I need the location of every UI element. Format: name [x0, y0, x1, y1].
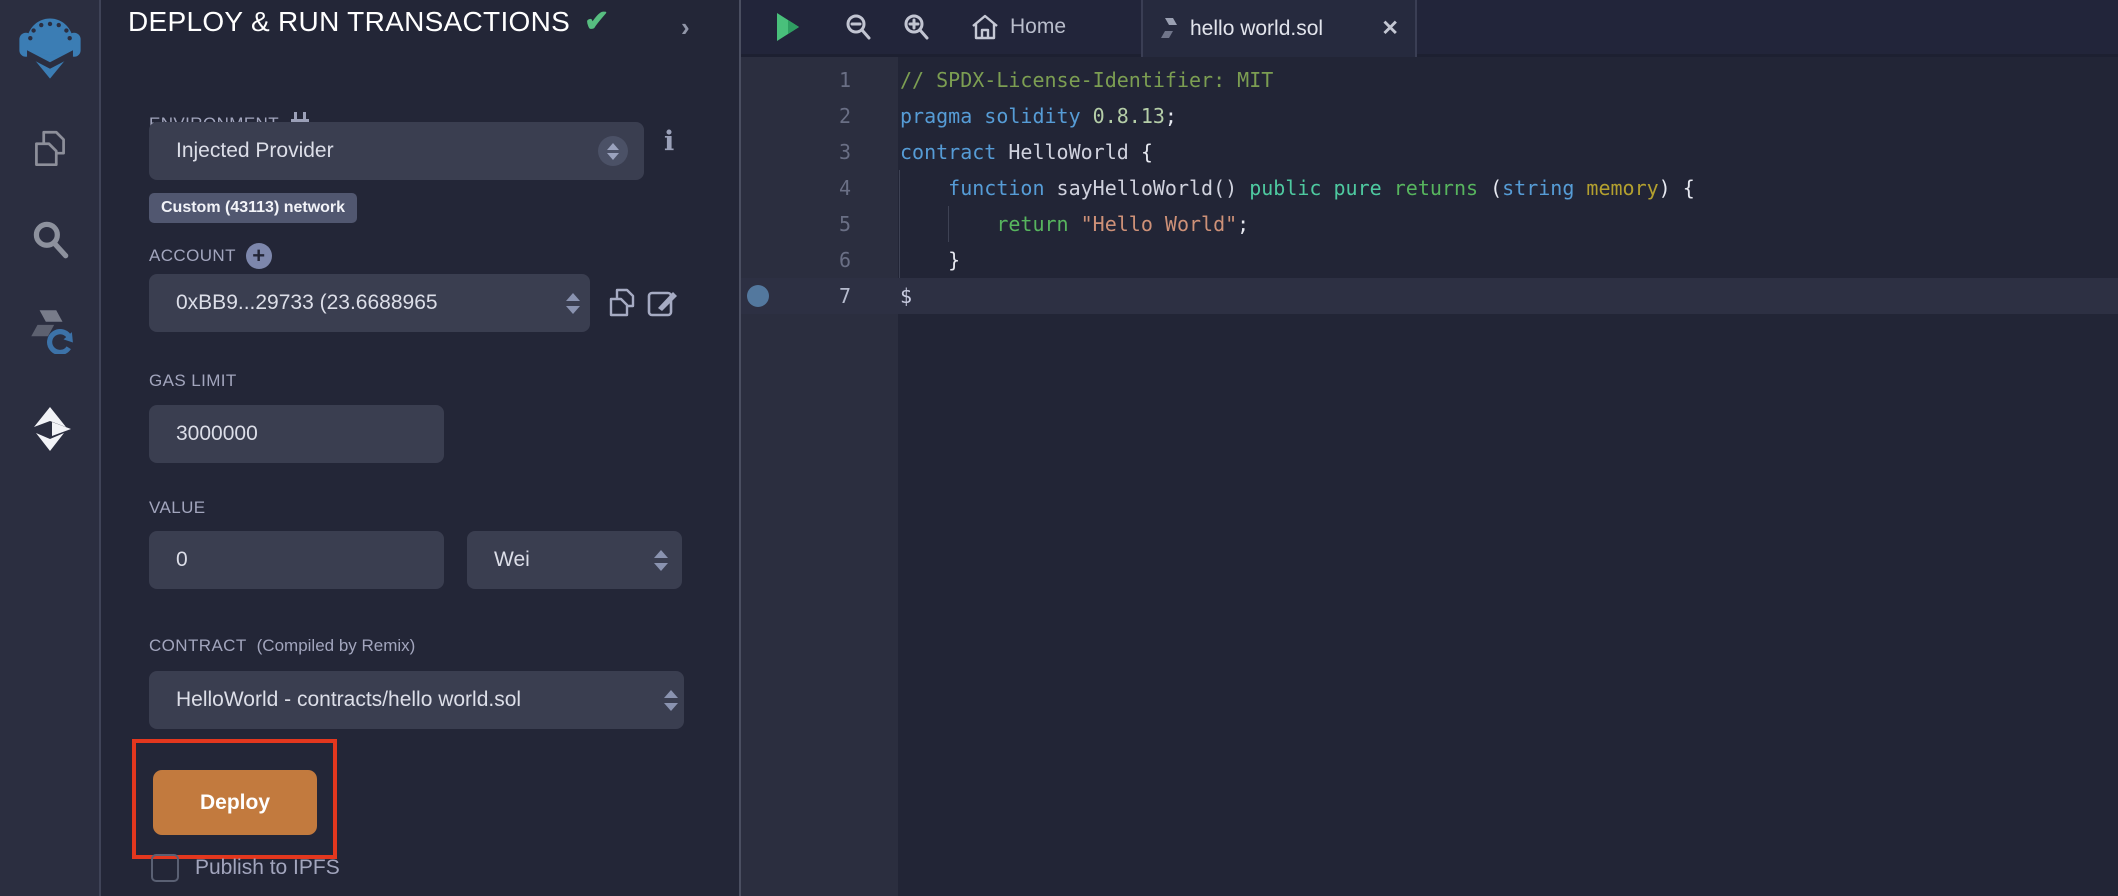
code-text[interactable]: return "Hello World";: [900, 206, 1249, 242]
search-icon[interactable]: [0, 202, 99, 276]
code-line[interactable]: 1 // SPDX-License-Identifier: MIT: [741, 62, 2118, 98]
breakpoint-indicator[interactable]: [747, 285, 769, 307]
gas-limit-input[interactable]: [149, 405, 444, 463]
account-label: ACCOUNT +: [149, 243, 272, 269]
code-lines: 1 // SPDX-License-Identifier: MIT 2 pragma …: [741, 62, 2118, 314]
icon-sidebar: [0, 0, 101, 896]
sign-message-icon[interactable]: [646, 286, 680, 320]
line-number: 1: [777, 62, 851, 98]
code-text[interactable]: // SPDX-License-Identifier: MIT: [900, 62, 1273, 98]
zoom-in-icon[interactable]: [893, 0, 939, 54]
glyph-margin[interactable]: [741, 134, 777, 170]
network-badge: Custom (43113) network: [149, 193, 357, 223]
close-tab-icon[interactable]: ✕: [1381, 16, 1399, 41]
code-line[interactable]: 7$: [741, 278, 2118, 314]
add-account-icon[interactable]: +: [246, 243, 272, 269]
compile-success-check-icon: ✔: [584, 7, 609, 37]
glyph-margin[interactable]: [741, 62, 777, 98]
file-explorer-icon[interactable]: [0, 112, 99, 186]
contract-sublabel: (Compiled by Remix): [257, 636, 416, 656]
contract-label: CONTRACT (Compiled by Remix): [149, 636, 415, 656]
deploy-button[interactable]: Deploy: [153, 770, 317, 835]
code-text[interactable]: contract HelloWorld {: [900, 134, 1153, 170]
panel-header: DEPLOY & RUN TRANSACTIONS ✔: [128, 6, 609, 38]
code-text[interactable]: pragma solidity 0.8.13;: [900, 98, 1177, 134]
contract-select[interactable]: HelloWorld - contracts/hello world.sol: [149, 671, 684, 729]
value-unit-select[interactable]: Wei: [467, 531, 682, 589]
publish-ipfs-label: Publish to IPFS: [195, 856, 340, 880]
code-text[interactable]: function sayHelloWorld() public pure ret…: [900, 170, 1695, 206]
tab-home[interactable]: Home: [959, 0, 1078, 54]
zoom-out-icon[interactable]: [835, 0, 881, 54]
environment-select[interactable]: Injected Provider: [149, 122, 644, 180]
glyph-margin[interactable]: [741, 206, 777, 242]
glyph-margin[interactable]: [741, 98, 777, 134]
tab-hello-world-sol[interactable]: hello world.sol ✕: [1141, 0, 1417, 57]
line-number: 7: [777, 278, 851, 314]
tab-file-label: hello world.sol: [1190, 17, 1323, 41]
editor-tabbar: Home hello world.sol ✕: [741, 0, 2118, 57]
publish-ipfs-checkbox[interactable]: [151, 854, 179, 882]
code-editor: Home hello world.sol ✕ 1 // SPDX-License-…: [739, 0, 2118, 896]
deploy-run-panel: DEPLOY & RUN TRANSACTIONS ✔ › ENVIRONMEN…: [101, 0, 739, 896]
play-icon[interactable]: [765, 0, 811, 54]
glyph-margin[interactable]: [741, 242, 777, 278]
environment-stepper-icon: [598, 136, 628, 166]
value-input[interactable]: [149, 531, 444, 589]
panel-title: DEPLOY & RUN TRANSACTIONS: [128, 6, 570, 38]
editor-body[interactable]: 1 // SPDX-License-Identifier: MIT 2 pragma …: [741, 57, 2118, 896]
glyph-margin[interactable]: [741, 170, 777, 206]
code-line[interactable]: 3 contract HelloWorld {: [741, 134, 2118, 170]
line-number: 2: [777, 98, 851, 134]
glyph-margin[interactable]: [741, 278, 777, 314]
tab-home-label: Home: [1010, 15, 1066, 39]
environment-info-icon[interactable]: i: [664, 126, 674, 157]
deploy-run-icon[interactable]: [0, 392, 99, 466]
code-line[interactable]: 5 return "Hello World";: [741, 206, 2118, 242]
line-number: 6: [777, 242, 851, 278]
account-stepper-icon: [566, 293, 580, 314]
unit-stepper-icon: [654, 550, 668, 571]
contract-stepper-icon: [664, 690, 678, 711]
code-line[interactable]: 6 }: [741, 242, 2118, 278]
remix-logo-icon[interactable]: [14, 12, 86, 84]
line-number: 5: [777, 206, 851, 242]
code-line[interactable]: 4 function sayHelloWorld() public pure r…: [741, 170, 2118, 206]
panel-collapse-chevron-icon[interactable]: ›: [681, 12, 690, 43]
remix-ide-window: DEPLOY & RUN TRANSACTIONS ✔ › ENVIRONMEN…: [0, 0, 2118, 896]
solidity-compiler-icon[interactable]: [0, 292, 99, 366]
gas-limit-label: GAS LIMIT: [149, 371, 237, 391]
account-select[interactable]: 0xBB9...29733 (23.6688965: [149, 274, 590, 332]
code-text[interactable]: $: [900, 278, 912, 314]
solidity-file-icon: [1159, 17, 1179, 41]
code-text[interactable]: }: [900, 242, 960, 278]
code-line[interactable]: 2 pragma solidity 0.8.13;: [741, 98, 2118, 134]
line-number: 4: [777, 170, 851, 206]
home-icon: [971, 14, 999, 40]
line-number: 3: [777, 134, 851, 170]
copy-account-icon[interactable]: [606, 286, 638, 320]
publish-ipfs-row: Publish to IPFS: [151, 854, 340, 882]
value-label: VALUE: [149, 498, 206, 518]
